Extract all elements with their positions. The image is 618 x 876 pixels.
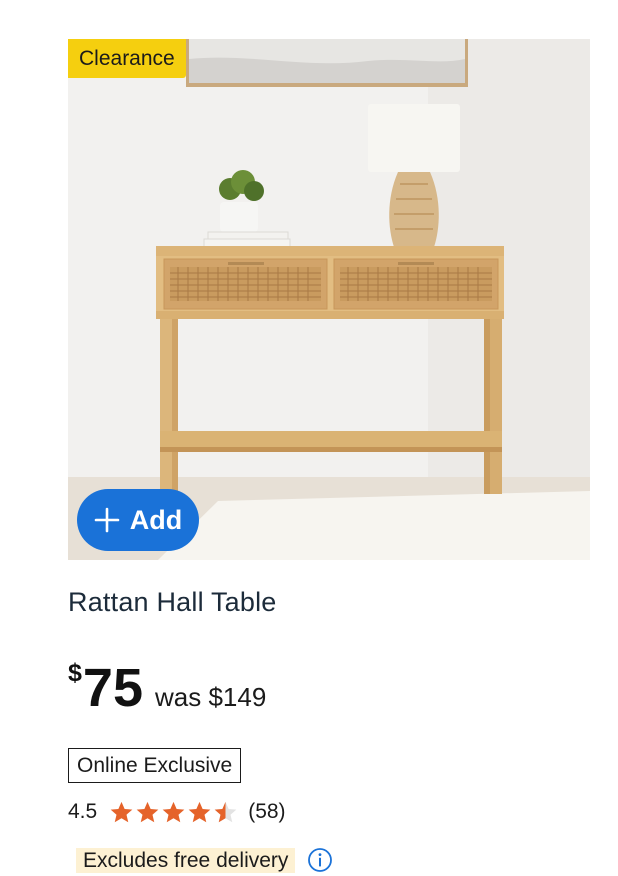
currency-symbol: $ — [68, 659, 82, 687]
star-full-icon — [188, 801, 211, 822]
was-price: was $149 — [154, 682, 267, 712]
online-exclusive-tag: Online Exclusive — [68, 748, 242, 783]
star-half-icon — [214, 801, 237, 822]
delivery-row: Excludes free delivery — [68, 845, 590, 875]
info-icon[interactable] — [307, 847, 333, 873]
product-title[interactable]: Rattan Hall Table — [68, 585, 590, 619]
delivery-note: Excludes free delivery — [76, 847, 296, 873]
star-rating — [109, 800, 238, 825]
star-full-icon — [136, 801, 159, 822]
clearance-badge: Clearance — [68, 39, 186, 78]
current-price: 75 — [82, 658, 143, 718]
review-count[interactable]: (58) — [248, 800, 285, 824]
price-row: $ 75 was $149 — [68, 657, 590, 715]
product-card[interactable]: Clearance Add Rattan Hall Table $ 75 was… — [68, 39, 590, 875]
product-image[interactable] — [68, 39, 590, 560]
plus-icon — [94, 507, 120, 533]
product-image-container[interactable]: Clearance Add — [68, 39, 590, 560]
rating-row[interactable]: 4.5 (58) — [68, 797, 590, 827]
rating-value: 4.5 — [68, 800, 98, 823]
star-full-icon — [162, 801, 185, 822]
star-full-icon — [110, 801, 133, 822]
add-to-cart-button[interactable]: Add — [77, 489, 199, 551]
add-button-label: Add — [129, 504, 183, 535]
